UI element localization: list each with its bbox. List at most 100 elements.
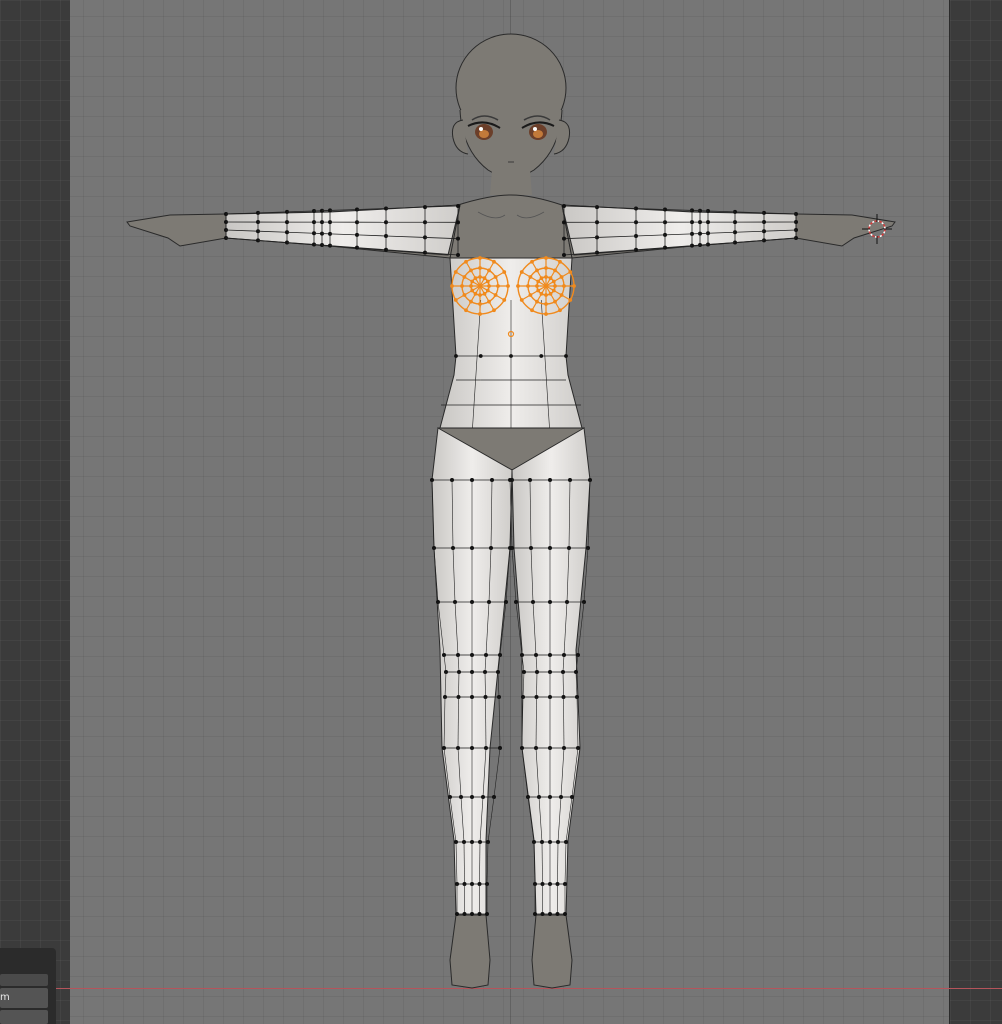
mesh-vertex[interactable]: [543, 283, 549, 289]
mesh-vertex[interactable]: [568, 298, 573, 302]
mesh-vertex[interactable]: [493, 275, 498, 279]
mesh-vertex[interactable]: [487, 284, 491, 288]
mesh-vertex[interactable]: [462, 293, 467, 297]
mesh-vertex[interactable]: [548, 291, 553, 296]
mesh-vertex[interactable]: [462, 275, 467, 279]
mesh-vertex[interactable]: [535, 299, 539, 304]
right-arm[interactable]: [561, 204, 896, 259]
mesh-vertex[interactable]: [530, 308, 534, 313]
mesh-vertex[interactable]: [568, 270, 573, 274]
mesh-vertex[interactable]: [536, 279, 541, 284]
mesh-vertex[interactable]: [558, 308, 562, 313]
mesh-vertex[interactable]: [455, 912, 459, 916]
mesh-vertex[interactable]: [563, 912, 567, 916]
mesh-vertex[interactable]: [469, 268, 473, 273]
operator-field-top[interactable]: [0, 974, 48, 986]
mesh-vertex[interactable]: [469, 284, 473, 288]
model-canvas[interactable]: [0, 0, 1002, 1024]
mesh-vertex[interactable]: [553, 299, 557, 304]
mesh-vertex[interactable]: [460, 284, 464, 288]
left-arm[interactable]: [126, 204, 461, 259]
mesh-vertex[interactable]: [470, 288, 475, 293]
mesh-vertex[interactable]: [551, 288, 556, 293]
mesh-vertex[interactable]: [482, 291, 487, 296]
mesh-vertex[interactable]: [502, 298, 507, 302]
mesh-vertex[interactable]: [536, 288, 541, 293]
mesh-vertex[interactable]: [551, 279, 556, 284]
mesh-vertex[interactable]: [450, 284, 454, 288]
operator-field-bottom[interactable]: [0, 1010, 48, 1024]
mesh-vertex[interactable]: [477, 283, 483, 289]
mesh-vertex[interactable]: [456, 220, 460, 225]
mesh-vertex[interactable]: [572, 284, 576, 288]
mesh-vertex[interactable]: [558, 259, 562, 264]
mesh-vertex[interactable]: [544, 266, 548, 270]
mesh-vertex[interactable]: [454, 354, 458, 358]
mesh-vertex[interactable]: [464, 308, 468, 313]
mesh-vertex[interactable]: [544, 256, 548, 260]
mesh-vertex[interactable]: [469, 299, 473, 304]
mesh-vertex[interactable]: [453, 298, 458, 302]
mesh-vertex[interactable]: [464, 259, 468, 264]
mesh-vertex[interactable]: [528, 293, 533, 297]
mesh-vertex[interactable]: [478, 354, 483, 358]
mesh-vertex[interactable]: [473, 291, 478, 296]
mesh-vertex[interactable]: [544, 302, 548, 306]
mesh-vertex[interactable]: [473, 276, 478, 281]
mesh-vertex[interactable]: [539, 354, 544, 358]
mesh-vertex[interactable]: [528, 275, 533, 279]
mesh-vertex[interactable]: [487, 268, 491, 273]
mesh-vertex[interactable]: [548, 912, 552, 916]
mesh-vertex[interactable]: [562, 253, 566, 257]
mesh-vertex[interactable]: [544, 293, 548, 297]
mesh-vertex[interactable]: [492, 308, 496, 313]
mesh-vertex[interactable]: [562, 236, 566, 241]
mesh-vertex[interactable]: [535, 284, 539, 288]
mesh-vertex[interactable]: [544, 312, 548, 316]
mesh-vertex[interactable]: [506, 284, 510, 288]
mesh-vertex[interactable]: [562, 204, 566, 208]
mesh-vertex[interactable]: [496, 284, 500, 288]
mesh-vertex[interactable]: [544, 275, 548, 279]
mesh-vertex[interactable]: [485, 288, 490, 293]
mesh-vertex[interactable]: [478, 293, 482, 297]
mesh-vertex[interactable]: [487, 299, 491, 304]
mesh-vertex[interactable]: [456, 253, 460, 257]
mesh-vertex[interactable]: [462, 912, 467, 916]
mesh-vertex[interactable]: [539, 276, 544, 281]
mesh-vertex[interactable]: [470, 279, 475, 284]
mesh-vertex[interactable]: [539, 291, 544, 296]
mesh-vertex[interactable]: [470, 912, 474, 916]
mesh-vertex[interactable]: [485, 912, 489, 916]
mesh-vertex[interactable]: [516, 284, 520, 288]
mesh-vertex[interactable]: [492, 259, 496, 264]
mesh-vertex[interactable]: [540, 912, 545, 916]
mesh-vertex[interactable]: [477, 912, 482, 916]
mesh-vertex[interactable]: [526, 284, 530, 288]
mesh-vertex[interactable]: [502, 270, 507, 274]
mesh-vertex[interactable]: [530, 259, 534, 264]
mesh-vertex[interactable]: [478, 312, 482, 316]
mesh-vertex[interactable]: [456, 204, 460, 208]
mesh-vertex[interactable]: [478, 266, 482, 270]
mesh-vertex[interactable]: [564, 354, 568, 358]
mesh-vertex[interactable]: [485, 279, 490, 284]
mesh-vertex[interactable]: [562, 284, 566, 288]
mesh-vertex[interactable]: [478, 275, 482, 279]
mesh-vertex[interactable]: [555, 912, 560, 916]
mesh-vertex[interactable]: [562, 220, 566, 225]
mesh-vertex[interactable]: [482, 276, 487, 281]
mesh-vertex[interactable]: [559, 275, 564, 279]
mesh-vertex[interactable]: [535, 268, 539, 273]
mesh-vertex[interactable]: [548, 276, 553, 281]
mesh-vertex[interactable]: [478, 302, 482, 306]
mesh-vertex[interactable]: [533, 912, 537, 916]
operator-field[interactable]: m: [0, 988, 48, 1008]
mesh-wireframe[interactable]: [224, 204, 798, 916]
mesh-vertex[interactable]: [559, 293, 564, 297]
mesh-vertex[interactable]: [553, 268, 557, 273]
mesh-vertex[interactable]: [519, 270, 524, 274]
mesh-vertex[interactable]: [478, 256, 482, 260]
mesh-vertex[interactable]: [553, 284, 557, 288]
mesh-vertex[interactable]: [493, 293, 498, 297]
